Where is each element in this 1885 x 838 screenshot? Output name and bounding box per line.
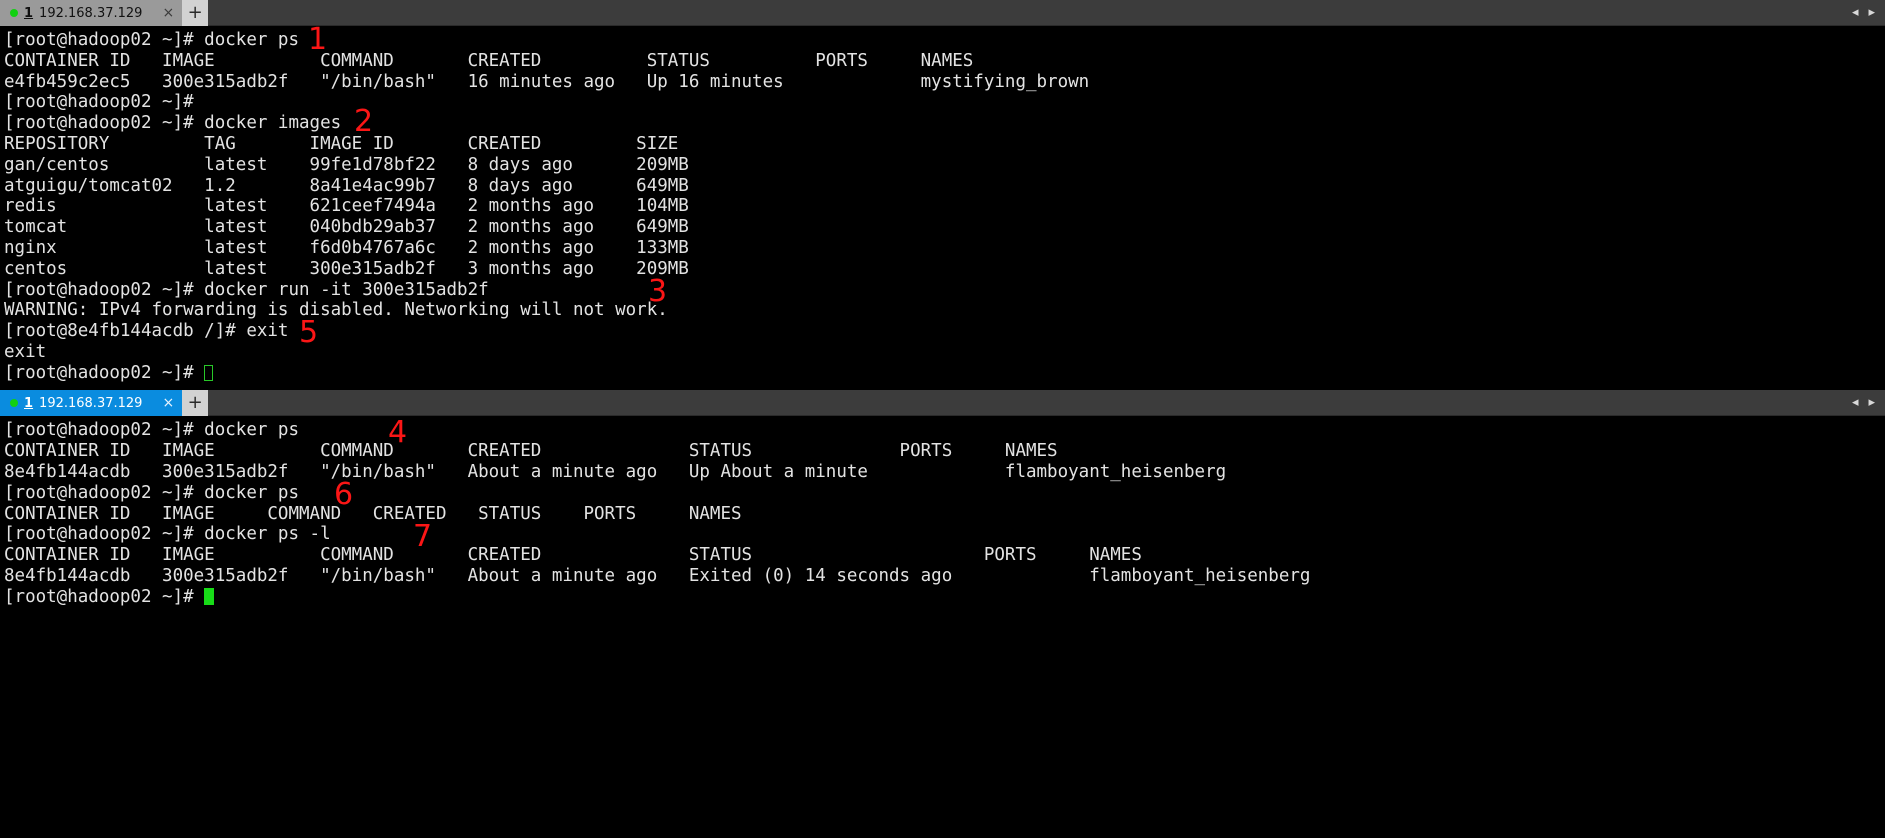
bottom-tabbar-spacer <box>208 390 1842 415</box>
terminal-line: tomcat latest 040bdb29ab37 2 months ago … <box>4 217 689 238</box>
terminal-line: redis latest 621ceef7494a 2 months ago 1… <box>4 196 689 217</box>
bottom-tab-number: 1 <box>24 395 34 411</box>
top-tabbar-spacer <box>208 0 1842 25</box>
terminal-line: REPOSITORY TAG IMAGE ID CREATED SIZE <box>4 133 679 154</box>
new-tab-button[interactable]: + <box>182 390 209 416</box>
chevron-right-icon[interactable]: ▸ <box>1868 395 1875 410</box>
close-icon[interactable]: × <box>148 396 174 410</box>
terminal-line: [root@hadoop02 ~]# docker images <box>4 113 342 134</box>
terminal-line: [root@hadoop02 ~]# docker run -it 300e31… <box>4 279 489 300</box>
bottom-terminal-output: [root@hadoop02 ~]# docker ps CONTAINER I… <box>4 420 1885 608</box>
chevron-left-icon[interactable]: ◂ <box>1852 395 1859 410</box>
terminal-line: [root@8e4fb144acdb /]# exit <box>4 321 289 342</box>
terminal-line: [root@hadoop02 ~]# docker ps <box>4 482 300 503</box>
prompt-text: [root@hadoop02 ~]# <box>4 362 205 383</box>
terminal-line: atguigu/tomcat02 1.2 8a41e4ac99b7 8 days… <box>4 175 689 196</box>
chevron-right-icon[interactable]: ▸ <box>1868 5 1875 20</box>
connection-status-dot-icon <box>10 399 18 407</box>
terminal-line: [root@hadoop02 ~]# docker ps <box>4 30 300 50</box>
terminal-line: CONTAINER ID IMAGE COMMAND CREATED STATU… <box>4 440 1058 461</box>
terminal-cursor <box>204 364 214 381</box>
bottom-tab-192-168-37-129[interactable]: 1 192.168.37.129 × <box>0 390 183 416</box>
terminal-line: [root@hadoop02 ~]# <box>4 92 194 113</box>
chevron-left-icon[interactable]: ◂ <box>1852 5 1859 20</box>
connection-status-dot-icon <box>10 9 18 17</box>
terminal-line: exit <box>4 341 47 362</box>
terminal-cursor <box>204 588 215 606</box>
terminal-prompt-line: [root@hadoop02 ~]# <box>4 587 1885 608</box>
top-tab-number: 1 <box>24 5 34 21</box>
terminal-line: centos latest 300e315adb2f 3 months ago … <box>4 258 689 279</box>
terminal-line: WARNING: IPv4 forwarding is disabled. Ne… <box>4 300 668 321</box>
top-tab-192-168-37-129[interactable]: 1 192.168.37.129 × <box>0 0 183 26</box>
close-icon[interactable]: × <box>148 6 174 20</box>
bottom-tabbar-scroll-controls: ◂ ▸ <box>1841 390 1885 415</box>
terminal-line: CONTAINER ID IMAGE COMMAND CREATED STATU… <box>4 50 974 71</box>
terminal-line: 8e4fb144acdb 300e315adb2f "/bin/bash" Ab… <box>4 566 1311 587</box>
terminal-line: gan/centos latest 99fe1d78bf22 8 days ag… <box>4 154 689 175</box>
prompt-text: [root@hadoop02 ~]# <box>4 587 205 608</box>
top-tab-label: 192.168.37.129 <box>39 5 143 21</box>
terminal-line: CONTAINER ID IMAGE COMMAND CREATED STATU… <box>4 503 742 524</box>
terminal-line: 8e4fb144acdb 300e315adb2f "/bin/bash" Ab… <box>4 461 1227 482</box>
terminal-prompt-line: [root@hadoop02 ~]# <box>4 363 1885 384</box>
terminal-line: [root@hadoop02 ~]# docker ps -l <box>4 524 331 545</box>
top-terminal-output: [root@hadoop02 ~]# docker ps CONTAINER I… <box>4 30 1885 384</box>
terminal-line: [root@hadoop02 ~]# docker ps <box>4 420 300 440</box>
top-pane-tabbar: 1 192.168.37.129 × + ◂ ▸ <box>0 0 1885 26</box>
bottom-pane-tabbar: 1 192.168.37.129 × + ◂ ▸ <box>0 390 1885 416</box>
bottom-terminal-pane[interactable]: [root@hadoop02 ~]# docker ps CONTAINER I… <box>0 416 1885 838</box>
top-pane-scrollbar[interactable] <box>1871 26 1885 390</box>
terminal-line: nginx latest f6d0b4767a6c 2 months ago 1… <box>4 237 689 258</box>
terminal-window: 1 192.168.37.129 × + ◂ ▸ [root@hadoop02 … <box>0 0 1885 838</box>
bottom-pane-scrollbar[interactable] <box>1871 416 1885 838</box>
terminal-line: CONTAINER ID IMAGE COMMAND CREATED STATU… <box>4 545 1142 566</box>
top-tabbar-scroll-controls: ◂ ▸ <box>1841 0 1885 25</box>
new-tab-button[interactable]: + <box>182 0 209 26</box>
top-terminal-pane[interactable]: [root@hadoop02 ~]# docker ps CONTAINER I… <box>0 26 1885 390</box>
terminal-line: e4fb459c2ec5 300e315adb2f "/bin/bash" 16… <box>4 71 1090 92</box>
bottom-tab-label: 192.168.37.129 <box>39 395 143 411</box>
